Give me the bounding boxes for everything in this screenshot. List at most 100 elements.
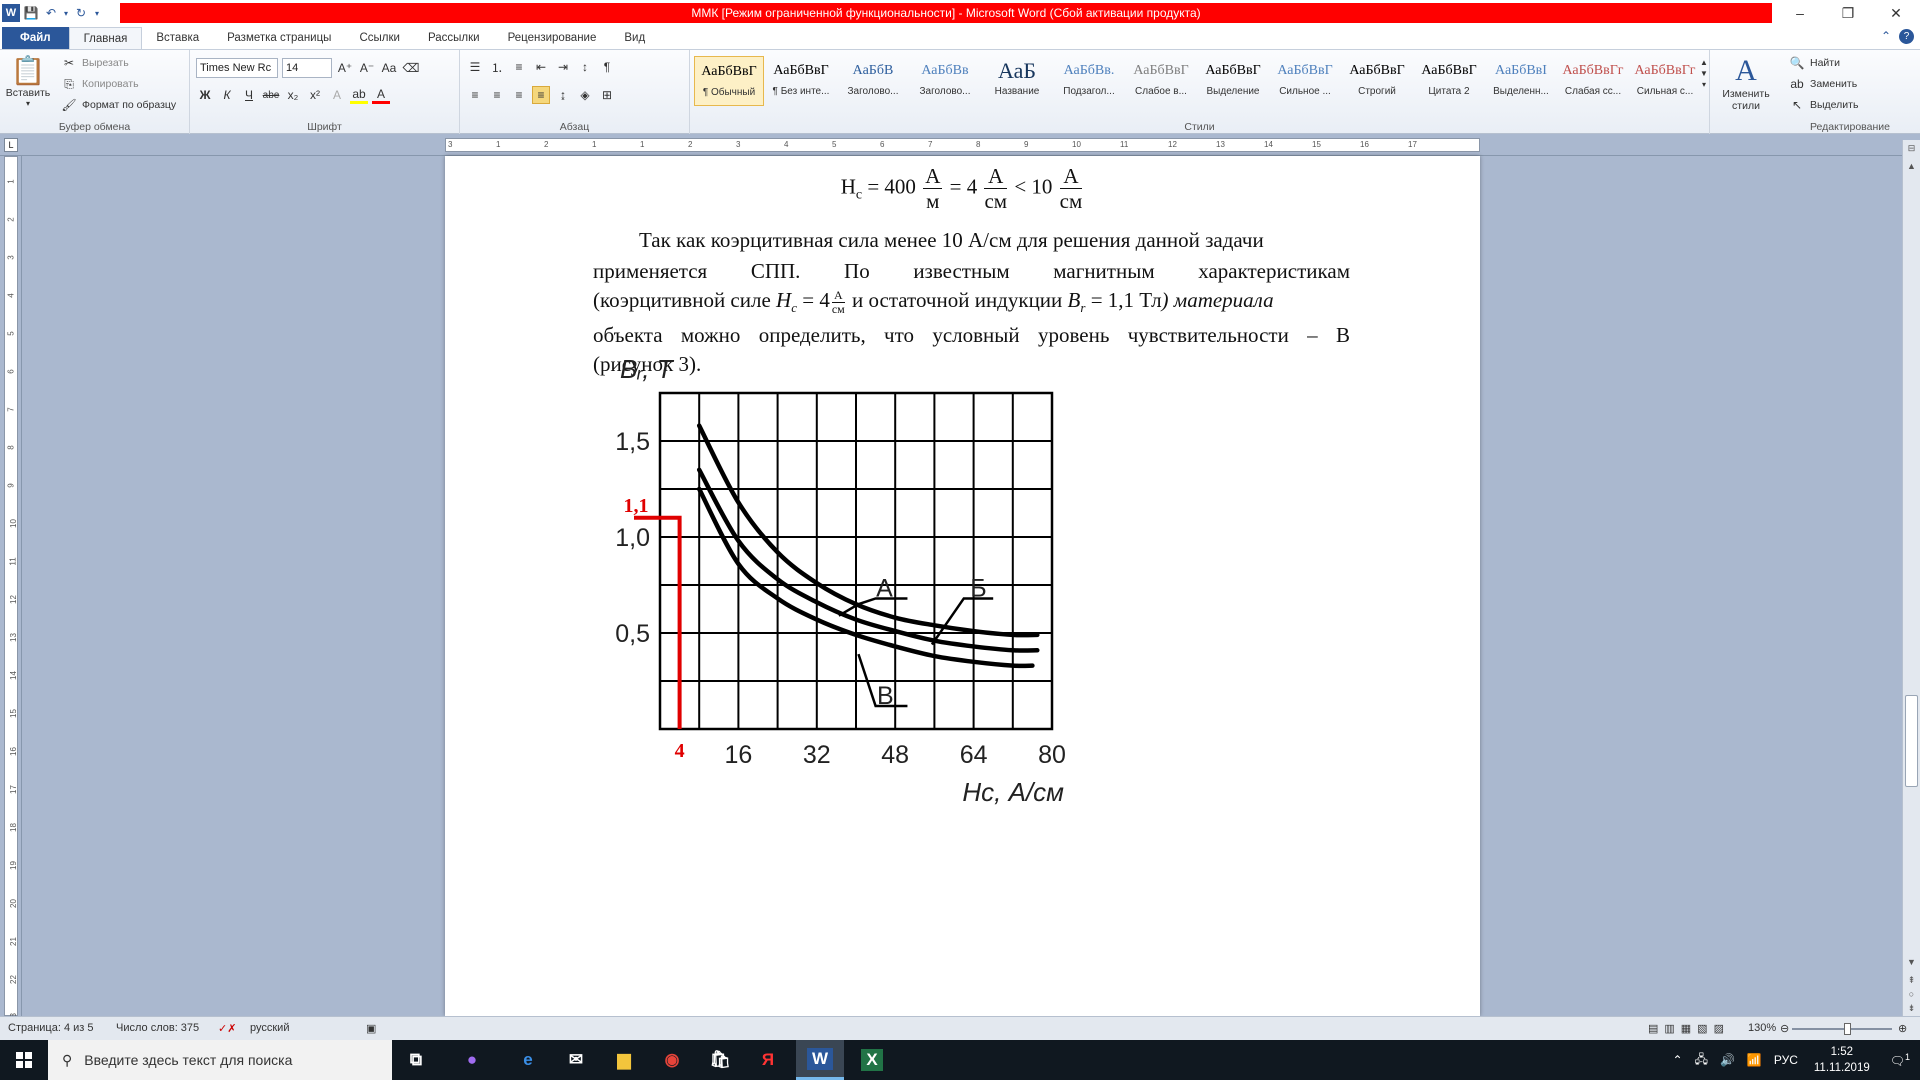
- font-name-combo[interactable]: Times New Rc: [196, 58, 278, 78]
- style-tile[interactable]: АаБбВвГ Цитата 2: [1414, 56, 1484, 106]
- underline-icon[interactable]: Ч: [240, 86, 258, 104]
- undo-dropdown-icon[interactable]: ▾: [62, 4, 70, 22]
- style-tile[interactable]: АаБбВвГ Строгий: [1342, 56, 1412, 106]
- wifi-icon[interactable]: 📶: [1741, 1053, 1768, 1067]
- align-left-icon[interactable]: ≡: [466, 86, 484, 104]
- taskbar-search[interactable]: ⚲ Введите здесь текст для поиска: [48, 1040, 392, 1080]
- style-tile[interactable]: АаБбВвІ Выделенн...: [1486, 56, 1556, 106]
- zoom-slider[interactable]: [1792, 1023, 1892, 1035]
- highlight-icon[interactable]: ab: [350, 86, 368, 104]
- pilcrow-icon[interactable]: ¶: [598, 58, 616, 76]
- excel-taskbar-icon[interactable]: X: [848, 1040, 896, 1080]
- tab-mailings[interactable]: Рассылки: [414, 27, 494, 49]
- styles-more-icon[interactable]: ▾: [1702, 80, 1706, 89]
- change-case-icon[interactable]: Aa: [380, 59, 398, 77]
- style-tile[interactable]: АаБбВвГ ¶ Без инте...: [766, 56, 836, 106]
- zoom-slider-knob[interactable]: [1844, 1023, 1851, 1035]
- notification-center-icon[interactable]: 🗨1: [1880, 1052, 1920, 1068]
- save-icon[interactable]: 💾: [22, 4, 40, 22]
- page-count[interactable]: Страница: 4 из 5: [8, 1022, 94, 1034]
- horizontal-ruler[interactable]: 3 1 2 1 1 2 3 4 5 6 7 8 9 10 11 12 13 14 15 16 17: [0, 134, 1920, 156]
- text-effects-icon[interactable]: A: [328, 86, 346, 104]
- style-tile[interactable]: АаБбВвГг Сильная с...: [1630, 56, 1700, 106]
- clear-format-icon[interactable]: ⌫: [402, 59, 420, 77]
- cut-button[interactable]: ✂ Вырезать: [60, 54, 129, 72]
- paste-button[interactable]: 📋 Вставить ▾: [4, 54, 52, 108]
- find-button[interactable]: 🔍 Найти: [1788, 54, 1840, 72]
- subscript-icon[interactable]: x₂: [284, 86, 302, 104]
- font-color-icon[interactable]: A: [372, 86, 390, 104]
- volume-icon[interactable]: 🔊: [1714, 1053, 1741, 1067]
- italic-icon[interactable]: К: [218, 86, 236, 104]
- tab-page-layout[interactable]: Разметка страницы: [213, 27, 345, 49]
- alice-assistant-icon[interactable]: ●: [448, 1040, 496, 1080]
- zoom-level[interactable]: 130%: [1748, 1022, 1776, 1034]
- decrease-indent-icon[interactable]: ⇤: [532, 58, 550, 76]
- align-right-icon[interactable]: ≡: [510, 86, 528, 104]
- style-tile[interactable]: АаБбВв. Подзагол...: [1054, 56, 1124, 106]
- style-tile[interactable]: АаБбВвГ Слабое в...: [1126, 56, 1196, 106]
- justify-icon[interactable]: ≡: [532, 86, 550, 104]
- tab-insert[interactable]: Вставка: [142, 27, 213, 49]
- tab-selector-icon[interactable]: L: [4, 138, 18, 152]
- style-tile[interactable]: АаБбВвГг Слабая сс...: [1558, 56, 1628, 106]
- style-tile[interactable]: АаБбВв Заголово...: [910, 56, 980, 106]
- style-tile[interactable]: АаБбВвГ Выделение: [1198, 56, 1268, 106]
- language[interactable]: русский: [250, 1022, 289, 1034]
- numbering-icon[interactable]: ⒈: [488, 58, 506, 76]
- scroll-thumb[interactable]: [1905, 695, 1918, 787]
- tab-review[interactable]: Рецензирование: [494, 27, 611, 49]
- close-button[interactable]: ✕: [1872, 0, 1920, 26]
- bullets-icon[interactable]: ☰: [466, 58, 484, 76]
- increase-indent-icon[interactable]: ⇥: [554, 58, 572, 76]
- style-tile[interactable]: АаБбВвГ ¶ Обычный: [694, 56, 764, 106]
- bold-icon[interactable]: Ж: [196, 86, 214, 104]
- scroll-down-icon[interactable]: ▼: [1903, 954, 1920, 970]
- zoom-out-icon[interactable]: ⊖: [1780, 1022, 1789, 1035]
- yandex-browser-icon[interactable]: Я: [744, 1040, 792, 1080]
- style-tile[interactable]: АаБ Название: [982, 56, 1052, 106]
- multilevel-list-icon[interactable]: ≡: [510, 58, 528, 76]
- sort-icon[interactable]: ↕: [576, 58, 594, 76]
- ruler-toggle-icon[interactable]: ⊟: [1903, 140, 1920, 156]
- windows-start-button[interactable]: [0, 1040, 48, 1080]
- tab-home[interactable]: Главная: [68, 27, 143, 49]
- word-count[interactable]: Число слов: 375: [116, 1022, 199, 1034]
- word-taskbar-icon[interactable]: W: [796, 1040, 844, 1080]
- undo-icon[interactable]: ↶: [42, 4, 60, 22]
- help-icon[interactable]: ?: [1899, 29, 1914, 44]
- font-size-combo[interactable]: 14: [282, 58, 332, 78]
- mail-icon[interactable]: ✉: [552, 1040, 600, 1080]
- align-center-icon[interactable]: ≡: [488, 86, 506, 104]
- next-page-icon[interactable]: ⇟: [1903, 1000, 1920, 1016]
- style-tile[interactable]: АаБбВ Заголово...: [838, 56, 908, 106]
- shading-icon[interactable]: ◈: [576, 86, 594, 104]
- select-button[interactable]: ↖ Выделить: [1788, 96, 1858, 114]
- superscript-icon[interactable]: x²: [306, 86, 324, 104]
- styles-scroll-up-icon[interactable]: ▲: [1700, 58, 1708, 67]
- task-view-icon[interactable]: ⧉: [392, 1040, 440, 1080]
- zoom-in-icon[interactable]: ⊕: [1898, 1022, 1907, 1035]
- grow-font-icon[interactable]: A⁺: [336, 59, 354, 77]
- clock[interactable]: 1:52 11.11.2019: [1804, 1044, 1880, 1076]
- show-hidden-icons-icon[interactable]: ⌃: [1667, 1053, 1689, 1067]
- chrome-icon[interactable]: ◉: [648, 1040, 696, 1080]
- file-explorer-icon[interactable]: ▆: [600, 1040, 648, 1080]
- store-icon[interactable]: 🛍: [696, 1040, 744, 1080]
- format-painter-button[interactable]: 🖌 Формат по образцу: [60, 96, 176, 114]
- view-buttons[interactable]: ▤▥▦▧▨: [1648, 1022, 1730, 1035]
- network-icon[interactable]: 🖧: [1689, 1050, 1714, 1071]
- redo-icon[interactable]: ↻: [72, 4, 90, 22]
- restore-button[interactable]: ❐: [1824, 0, 1872, 26]
- vertical-ruler[interactable]: 1234567891011121314151617181920212223242…: [0, 156, 22, 1060]
- minimize-button[interactable]: –: [1776, 0, 1824, 26]
- document-page[interactable]: Hc = 400 Ам = 4 Асм < 10 Асм Так как коэ…: [445, 156, 1480, 1016]
- replace-button[interactable]: ab Заменить: [1788, 75, 1857, 93]
- change-styles-button[interactable]: A Изменить стили: [1710, 54, 1782, 112]
- proofing-icon[interactable]: ✓✗: [218, 1022, 236, 1035]
- input-language[interactable]: РУС: [1768, 1053, 1804, 1067]
- edge-browser-icon[interactable]: e: [504, 1040, 552, 1080]
- vertical-scrollbar[interactable]: ⊟ ▲ ▼ ⇞ ○ ⇟: [1902, 140, 1920, 1016]
- minimize-ribbon-icon[interactable]: ⌃: [1881, 29, 1891, 44]
- shrink-font-icon[interactable]: A⁻: [358, 59, 376, 77]
